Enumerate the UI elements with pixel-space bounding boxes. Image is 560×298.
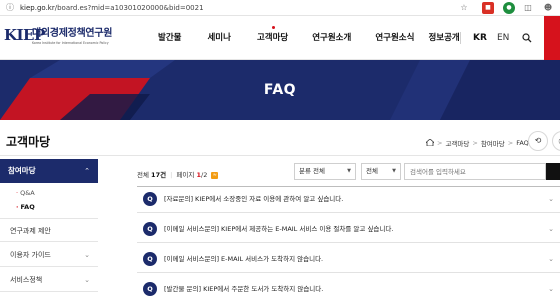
category-select[interactable]: 분류 전체 ▼: [294, 163, 356, 180]
hero-banner: FAQ: [0, 60, 560, 120]
faq-question: [이메일 서비스문의] E-MAIL 서비스가 도착하지 않습니다.: [164, 255, 324, 263]
site-info-icon[interactable]: ⓘ: [6, 3, 16, 13]
sidebar-item-participation[interactable]: 참여마당 ⌃: [0, 159, 98, 183]
sitemap-button[interactable]: [544, 16, 560, 60]
search-input[interactable]: [404, 163, 546, 180]
profile-icon[interactable]: ☻: [542, 2, 554, 14]
browser-address-bar[interactable]: ⓘ kiep.go.kr/board.es?mid=a10301020000&b…: [0, 0, 560, 16]
nav-seminars[interactable]: 세미나: [207, 16, 230, 60]
nav-customer-label: 고객마당: [256, 33, 289, 43]
faq-question: [발간물 문의] KIEP에서 주문한 도서가 도착하지 않습니다.: [164, 285, 324, 293]
faq-row[interactable]: Q [이메일 서비스문의] E-MAIL 서비스가 도착하지 않습니다. ⌄: [137, 247, 560, 273]
sidebar-item-user-guide[interactable]: 이용자 가이드 ⌄: [0, 243, 98, 267]
chevron-up-icon: ⌃: [84, 167, 90, 175]
breadcrumb-item[interactable]: 고객마당: [445, 138, 469, 148]
faq-row[interactable]: Q [이메일 서비스문의] KIEP에서 제공하는 E-MAIL 서비스 이용 …: [137, 217, 560, 243]
caret-down-icon: ▼: [392, 168, 396, 174]
chevron-down-icon: ⌄: [548, 285, 554, 293]
bullet-icon: ·: [16, 203, 19, 211]
bullet-icon: ·: [16, 189, 19, 197]
sidebar-active-label: 참여마당: [8, 166, 36, 175]
field-select[interactable]: 전체 ▼: [361, 163, 401, 180]
logo-name: 대외경제정책연구원: [32, 28, 113, 39]
page-title: 고객마당: [6, 135, 51, 149]
question-badge: Q: [143, 282, 157, 296]
nav-publications[interactable]: 발간물: [158, 16, 181, 60]
sidebar-item-research-proposal[interactable]: 연구과제 제안: [0, 218, 98, 242]
url-text[interactable]: kiep.go.kr/board.es?mid=a10301020000&bid…: [20, 3, 204, 13]
chevron-down-icon: ⌄: [548, 225, 554, 233]
bookmark-star-icon[interactable]: ☆: [458, 2, 470, 14]
sidebar-subitem-faq[interactable]: · FAQ: [16, 203, 35, 211]
caret-down-icon: ▼: [347, 168, 351, 174]
sidebar-subitem-qna[interactable]: · Q&A: [16, 189, 35, 197]
url-host: kiep.go.kr: [20, 4, 55, 12]
url-path: /board.es?mid=a10301020000&bid=0021: [54, 4, 204, 12]
nav-news[interactable]: 연구원소식: [375, 16, 414, 60]
sidebar-item-label: 이용자 가이드: [10, 251, 51, 259]
page-label: 페이지: [176, 171, 195, 179]
breadcrumb-current: FAQ: [516, 139, 529, 147]
lang-en[interactable]: EN: [497, 16, 509, 60]
chevron-down-icon: ⌄: [548, 255, 554, 263]
side-panel-icon[interactable]: ◫: [522, 2, 534, 14]
chevron-down-icon: ⌄: [84, 251, 90, 259]
sidebar-item-service-policy[interactable]: 서비스정책 ⌄: [0, 268, 98, 292]
chevron-down-icon: ⌄: [548, 195, 554, 203]
question-badge: Q: [143, 192, 157, 206]
extension-icon[interactable]: ●: [503, 2, 515, 14]
page-total: /2: [201, 171, 208, 179]
faq-question: [자료문의] KIEP에서 소장중인 자료 이용에 관하여 알고 싶습니다.: [164, 195, 344, 203]
extension-icon[interactable]: ■: [482, 2, 494, 14]
nav-about[interactable]: 연구원소개: [312, 16, 351, 60]
faq-row[interactable]: Q [자료문의] KIEP에서 소장중인 자료 이용에 관하여 알고 싶습니다.…: [137, 187, 560, 213]
list-meta: 전체 17건 | 페이지 1/2 ≈: [137, 169, 219, 179]
hero-title: FAQ: [263, 82, 297, 98]
category-select-value: 분류 전체: [299, 167, 325, 175]
field-select-value: 전체: [366, 167, 378, 175]
nav-disclosure[interactable]: 정보공개: [428, 16, 459, 60]
faq-question: [이메일 서비스문의] KIEP에서 제공하는 E-MAIL 서비스 이용 절차…: [164, 225, 394, 233]
breadcrumb: > 고객마당 > 참여마당 > FAQ: [424, 137, 532, 148]
total-label: 전체: [137, 171, 149, 179]
breadcrumb-item[interactable]: 참여마당: [481, 138, 505, 148]
lang-kr[interactable]: KR: [473, 16, 487, 60]
divider: [460, 32, 461, 44]
main-nav: 발간물 세미나 고객마당 연구원소개 연구원소식 정보공개: [150, 16, 460, 60]
logo-subtitle: Korea Institute for International Econom…: [32, 41, 109, 45]
breadcrumb-separator: >: [437, 139, 443, 147]
nav-customer[interactable]: 고객마당: [257, 16, 288, 60]
chevron-down-icon: ⌄: [84, 276, 90, 284]
meta-divider: |: [170, 171, 173, 179]
search-icon[interactable]: [522, 16, 532, 60]
share-button[interactable]: ⟲: [528, 131, 548, 151]
total-count: 17건: [151, 171, 167, 179]
sidebar-subitem-label: Q&A: [20, 189, 35, 197]
search-button[interactable]: [546, 163, 560, 180]
question-badge: Q: [143, 222, 157, 236]
share-icon: ⟲: [534, 136, 542, 145]
sidebar-item-label: 연구과제 제안: [10, 227, 51, 235]
active-nav-dot: [271, 26, 275, 29]
site-header: KIEP 대외경제정책연구원 Korea Institute for Inter…: [0, 16, 560, 60]
breadcrumb-separator: >: [472, 139, 478, 147]
home-icon[interactable]: [424, 137, 436, 148]
faq-row[interactable]: Q [발간물 문의] KIEP에서 주문한 도서가 도착하지 않습니다. ⌄: [137, 277, 560, 298]
rss-icon[interactable]: ≈: [211, 171, 219, 179]
breadcrumb-separator: >: [507, 139, 514, 147]
print-button[interactable]: ⎙: [552, 131, 560, 151]
title-divider: [0, 155, 560, 156]
kiep-logo[interactable]: KIEP 대외경제정책연구원 Korea Institute for Inter…: [4, 26, 144, 50]
question-badge: Q: [143, 252, 157, 266]
sidebar-item-label: 서비스정책: [10, 276, 43, 284]
sidebar-subitem-label: FAQ: [20, 203, 35, 211]
